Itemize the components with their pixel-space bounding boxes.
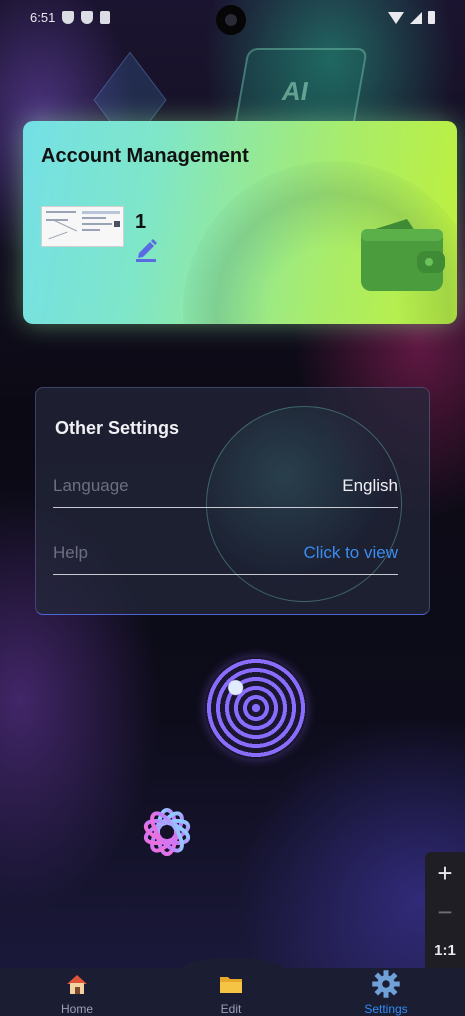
language-label: Language [53, 476, 129, 495]
panel-title: Other Settings [55, 418, 180, 438]
app-screen: 6:51 AI Account Management 1 Other Setti… [0, 0, 465, 1016]
nav-label-home: Home [60, 1002, 93, 1016]
status-icons-right [388, 11, 435, 24]
status-bar: 6:51 [0, 0, 465, 36]
nav-item-edit[interactable]: Edit [191, 968, 271, 1016]
shield-icon [62, 11, 74, 24]
help-setting-row[interactable]: Help Click to view [53, 535, 398, 575]
status-icons-left [62, 11, 110, 24]
account-number: 1 [135, 211, 147, 233]
gear-icon [372, 970, 400, 998]
lattice-sphere-graphic [205, 657, 307, 759]
nav-item-settings[interactable]: Settings [346, 968, 426, 1016]
language-setting-row[interactable]: Language English [53, 468, 398, 508]
language-value[interactable]: English [342, 476, 398, 496]
zoom-reset-button[interactable]: 1:1 [425, 942, 465, 959]
zoom-out-button[interactable]: − [425, 899, 465, 925]
account-management-card[interactable]: Account Management 1 [23, 121, 457, 324]
signal-icon [410, 12, 422, 24]
bottom-navigation: Home Edit Settings [0, 958, 465, 1016]
sim-card-icon [100, 11, 110, 24]
wifi-icon [388, 12, 404, 24]
account-thumbnail[interactable] [41, 206, 124, 247]
nav-label-edit: Edit [220, 1002, 242, 1016]
help-link[interactable]: Click to view [304, 543, 398, 563]
security-icon [81, 11, 93, 24]
battery-icon [428, 11, 435, 24]
home-icon [67, 975, 87, 994]
card-title: Account Management [41, 145, 249, 167]
zoom-in-button[interactable]: + [425, 860, 465, 886]
front-camera [216, 5, 246, 35]
help-label: Help [53, 543, 88, 562]
flower-knot-graphic [128, 794, 206, 870]
wallet-icon [359, 213, 447, 293]
nav-item-home[interactable]: Home [37, 968, 117, 1016]
edit-icon[interactable] [135, 236, 159, 262]
nav-label-settings: Settings [364, 1002, 408, 1016]
folder-icon [220, 977, 242, 993]
other-settings-panel: Other Settings Language English Help Cli… [35, 387, 430, 615]
status-time: 6:51 [30, 10, 56, 25]
